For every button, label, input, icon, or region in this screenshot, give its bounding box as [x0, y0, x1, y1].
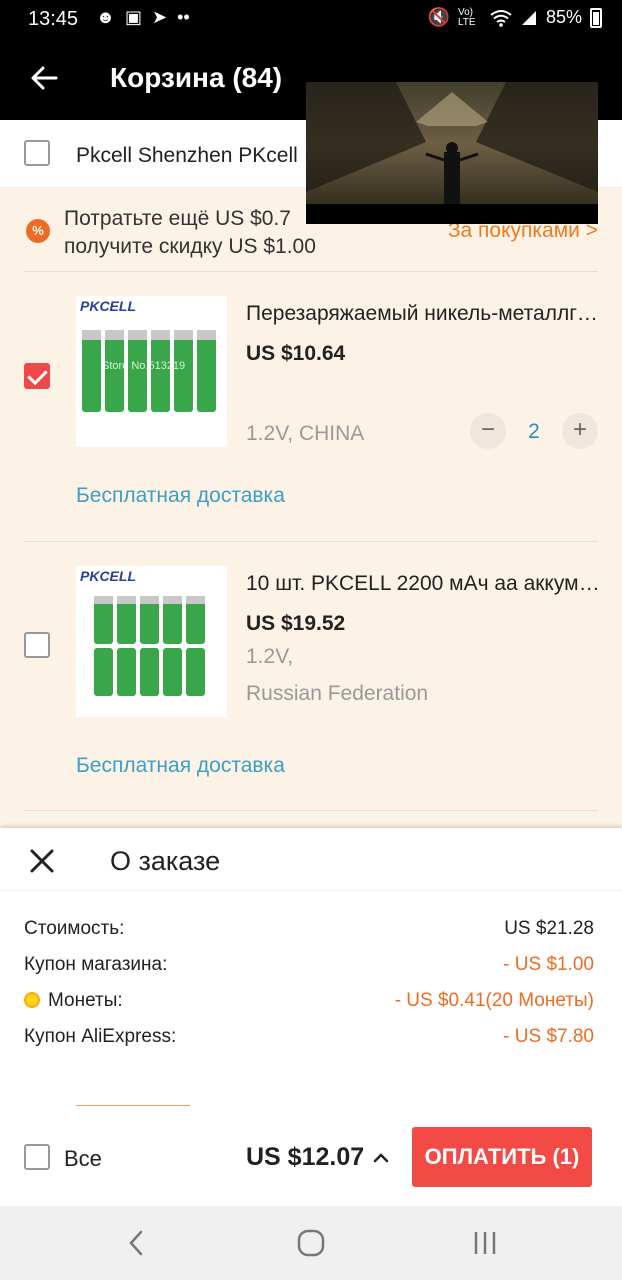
product-brand-logo: PKCELL — [80, 568, 136, 584]
store-name[interactable]: Pkcell Shenzhen PKcell — [76, 144, 298, 168]
close-icon[interactable] — [28, 847, 56, 875]
pay-button[interactable]: ОПЛАТИТЬ (1) — [412, 1127, 592, 1187]
summary-value: - US $0.41(20 Монеты) — [394, 990, 594, 1011]
nav-back-icon[interactable] — [126, 1228, 146, 1258]
coin-icon — [24, 992, 40, 1008]
cart-store-section: % Потратьте ещё US $0.7 получите скидку … — [0, 188, 622, 904]
promo-line-2: получите скидку US $1.00 — [64, 235, 316, 258]
status-bar: 13:45 ☻ ▣ ➤ •• 🔇 Vo) LTE 85% — [0, 0, 622, 40]
back-arrow-icon[interactable] — [26, 60, 62, 96]
battery-percent: 85% — [545, 7, 582, 27]
divider — [24, 810, 598, 811]
system-icons: 🔇 Vo) LTE 85% — [428, 7, 602, 28]
summary-label-coins: Монеты: — [24, 990, 123, 1012]
store-checkbox[interactable] — [24, 140, 50, 166]
battery-icon — [590, 7, 602, 28]
product-price: US $10.64 — [246, 342, 346, 365]
nav-home-icon[interactable] — [296, 1228, 326, 1258]
product-title[interactable]: 10 шт. PKCELL 2200 мАч аа аккумулятор — [246, 572, 600, 596]
summary-row-subtotal: Стоимость: US $21.28 — [24, 918, 594, 948]
order-summary-title: О заказе — [110, 846, 221, 876]
volte-icon: Vo) LTE — [457, 6, 476, 28]
summary-value: US $21.28 — [504, 918, 594, 939]
page-title: Корзина (84) — [110, 62, 283, 93]
quantity-value[interactable]: 2 — [519, 420, 549, 444]
cart-item: PKCELL 10 шт. PKCELL 2200 мАч аа аккумул… — [0, 542, 622, 904]
product-brand-logo: PKCELL — [80, 298, 136, 314]
wifi-icon — [490, 9, 512, 27]
free-shipping-label: Бесплатная доставка — [76, 484, 285, 507]
product-thumbnail[interactable]: PKCELL — [76, 566, 227, 717]
summary-row-coins: Монеты: - US $0.41(20 Монеты) — [24, 990, 594, 1020]
quantity-plus-button[interactable]: + — [562, 413, 598, 449]
promo-message: Потратьте ещё US $0.7 получите скидку US… — [64, 205, 316, 261]
chevron-up-icon[interactable] — [373, 1150, 389, 1166]
variant-line-2: Russian Federation — [246, 682, 429, 705]
accessibility-icon: ☻ — [96, 7, 115, 27]
variant-line-1: 1.2V, — [246, 645, 294, 668]
product-price: US $19.52 — [246, 612, 346, 635]
notification-icons: ☻ ▣ ➤ •• — [96, 7, 190, 28]
checkout-bar: Все US $12.07 ОПЛАТИТЬ (1) — [0, 1106, 622, 1206]
summary-label: Монеты: — [48, 990, 123, 1011]
image-watermark: Store No.513219 — [102, 360, 186, 372]
discount-badge-icon: % — [26, 219, 50, 243]
total-price[interactable]: US $12.07 — [246, 1143, 364, 1172]
product-variant[interactable]: 1.2V, CHINA — [246, 418, 364, 449]
summary-label: Купон AliExpress: — [24, 1026, 177, 1047]
item-checkbox[interactable] — [24, 363, 50, 389]
summary-row-aliexpress-coupon: Купон AliExpress: - US $7.80 — [24, 1026, 594, 1056]
telegram-icon: ➤ — [151, 7, 168, 27]
select-all-label[interactable]: Все — [64, 1146, 102, 1172]
select-all-checkbox[interactable] — [24, 1144, 50, 1170]
summary-value: - US $7.80 — [503, 1026, 594, 1047]
video-frame-image — [306, 82, 598, 224]
more-dots-icon: •• — [177, 7, 190, 27]
product-thumbnail[interactable]: PKCELL Store No.513219 — [76, 296, 227, 447]
item-checkbox[interactable] — [24, 632, 50, 658]
status-time: 13:45 — [28, 8, 79, 30]
summary-value: - US $1.00 — [503, 954, 594, 975]
quantity-minus-button[interactable]: − — [470, 413, 506, 449]
gallery-icon: ▣ — [124, 7, 142, 27]
floating-video-player[interactable] — [306, 82, 598, 224]
battery-pack-image — [94, 596, 205, 696]
summary-label: Купон магазина: — [24, 954, 168, 975]
signal-icon — [521, 10, 536, 25]
cart-item: PKCELL Store No.513219 Перезаряжаемый ни… — [0, 272, 622, 542]
product-variant[interactable]: 1.2V, Russian Federation — [246, 641, 428, 709]
mute-icon: 🔇 — [427, 7, 450, 27]
system-nav-bar — [0, 1206, 622, 1280]
free-shipping-label: Бесплатная доставка — [76, 754, 285, 777]
promo-line-1: Потратьте ещё US $0.7 — [64, 207, 291, 230]
product-title[interactable]: Перезаряжаемый никель-металлгидридный — [246, 302, 600, 326]
nav-recents-icon[interactable] — [472, 1228, 498, 1258]
summary-row-store-coupon: Купон магазина: - US $1.00 — [24, 954, 594, 984]
divider — [0, 890, 622, 891]
summary-label: Стоимость: — [24, 918, 125, 939]
